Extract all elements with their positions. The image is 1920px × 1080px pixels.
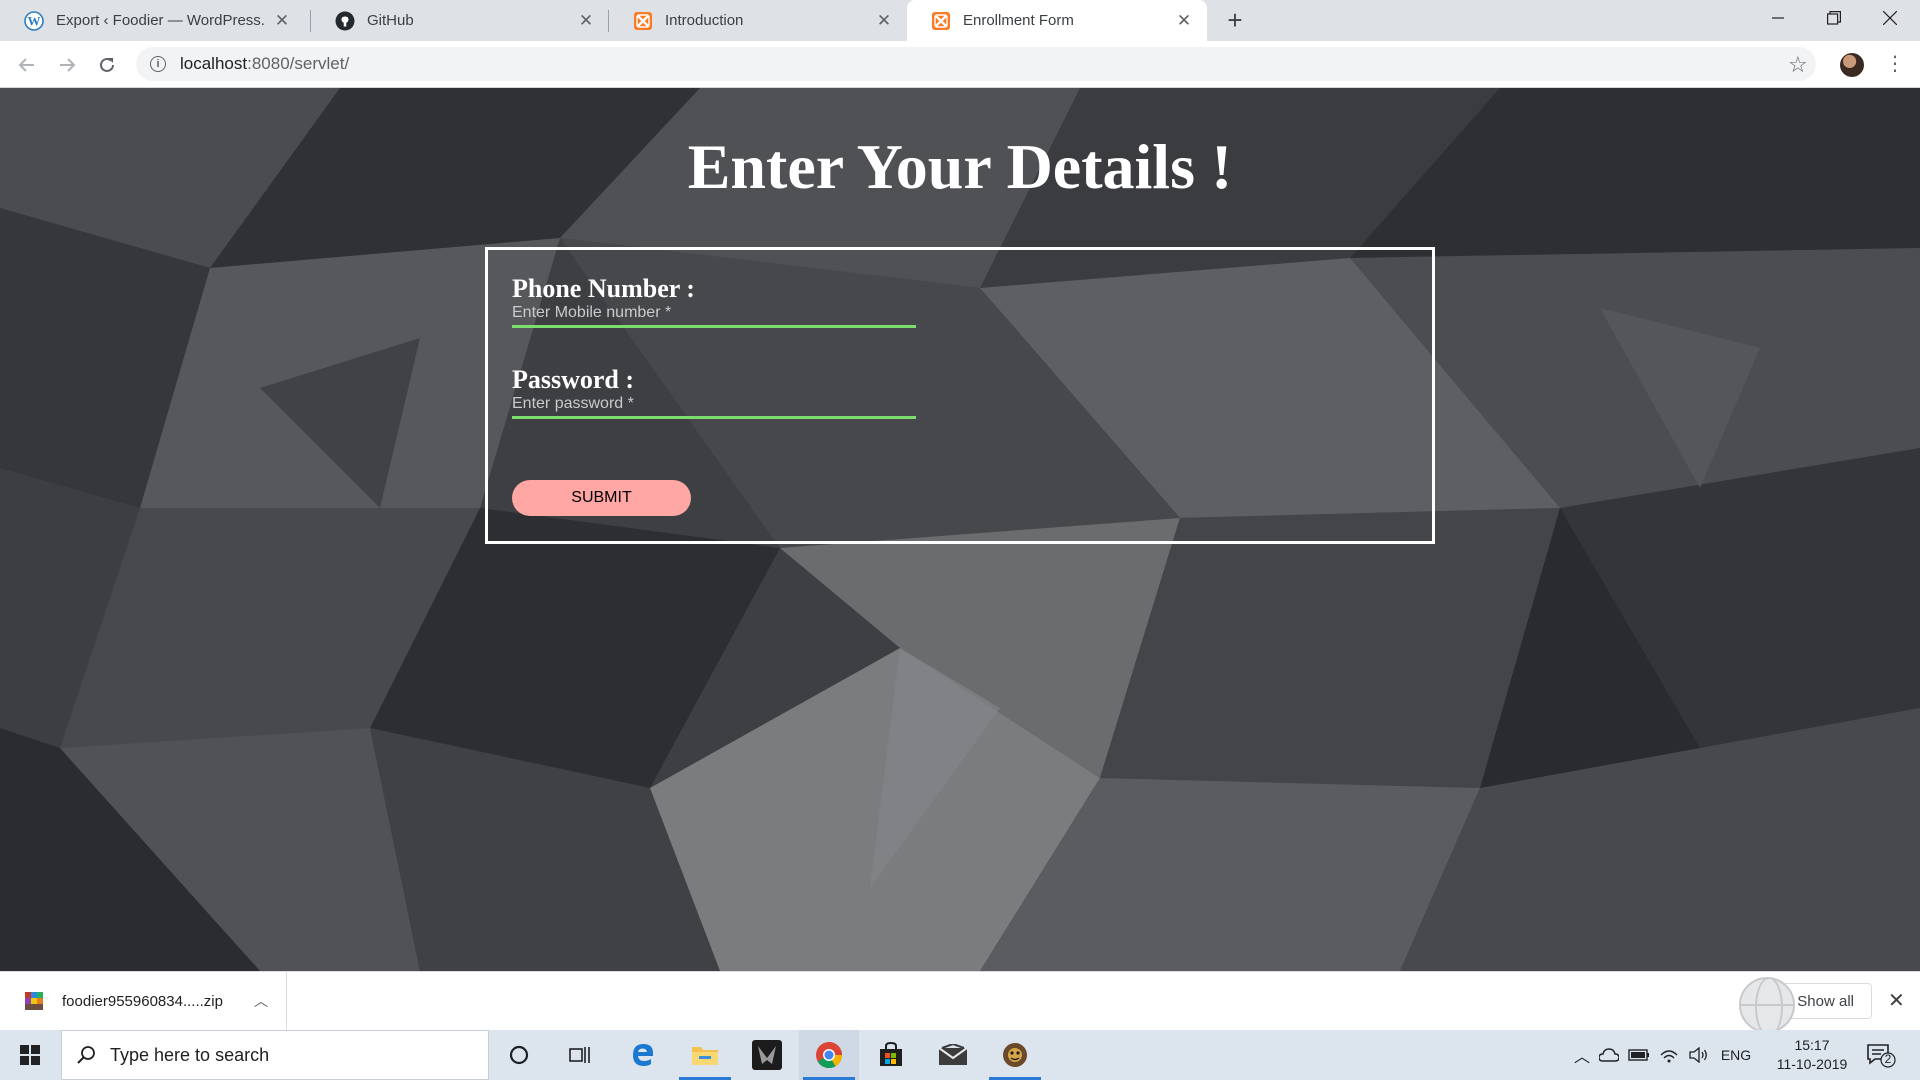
reload-button[interactable] bbox=[93, 51, 121, 79]
site-info-icon[interactable]: i bbox=[150, 56, 166, 72]
back-button[interactable] bbox=[13, 51, 41, 79]
cortana-icon bbox=[509, 1045, 529, 1065]
clock-time: 15:17 bbox=[1794, 1037, 1830, 1053]
show-hidden-icons-chevron-icon[interactable]: ︿ bbox=[1570, 1043, 1594, 1067]
address-bar[interactable]: i localhost:8080/servlet/ bbox=[136, 47, 1816, 81]
file-explorer-taskbar-item[interactable] bbox=[675, 1030, 735, 1080]
new-tab-button[interactable]: + bbox=[1221, 7, 1249, 35]
reload-icon bbox=[100, 57, 114, 72]
close-icon[interactable]: ✕ bbox=[273, 11, 291, 31]
mail-icon bbox=[938, 1044, 968, 1065]
close-icon[interactable]: ✕ bbox=[1175, 11, 1193, 31]
microsoft-store-icon bbox=[880, 1042, 902, 1066]
edge-taskbar-item[interactable] bbox=[613, 1030, 673, 1080]
volume-icon[interactable] bbox=[1684, 1047, 1714, 1063]
restore-button[interactable] bbox=[1806, 0, 1862, 36]
predator-app-taskbar-item[interactable] bbox=[737, 1030, 797, 1080]
tab-enrollment-form[interactable]: Enrollment Form ✕ bbox=[907, 0, 1207, 41]
taskbar-clock[interactable]: 15:17 11-10-2019 bbox=[1768, 1036, 1856, 1074]
password-input[interactable] bbox=[512, 391, 916, 419]
bookmark-star-icon[interactable]: ☆ bbox=[1788, 52, 1808, 78]
close-icon[interactable]: ✕ bbox=[1888, 988, 1905, 1013]
url-text: localhost:8080/servlet/ bbox=[180, 54, 349, 74]
search-icon bbox=[77, 1046, 95, 1064]
task-view-button[interactable] bbox=[550, 1030, 610, 1080]
edge-icon bbox=[633, 1044, 653, 1066]
url-path: :8080/servlet/ bbox=[247, 54, 350, 73]
game-taskbar-item[interactable] bbox=[985, 1030, 1045, 1080]
wifi-icon[interactable] bbox=[1654, 1047, 1684, 1063]
game-app-icon bbox=[1003, 1043, 1027, 1067]
minimize-icon bbox=[1772, 17, 1784, 19]
enrollment-form: Phone Number : Password : SUBMIT bbox=[485, 247, 1435, 544]
svg-text:W: W bbox=[28, 13, 41, 28]
restore-icon bbox=[1827, 11, 1841, 25]
tab-strip: W Export ‹ Foodier — WordPress.com ✕ Git… bbox=[0, 0, 1920, 41]
system-tray: ︿ ENG bbox=[1570, 1030, 1758, 1080]
cortana-button[interactable] bbox=[489, 1030, 549, 1080]
tab-title: Introduction bbox=[665, 12, 744, 29]
download-bar: foodier955960834.....zip ︿ Show all ✕ bbox=[0, 971, 1920, 1033]
profile-avatar[interactable] bbox=[1840, 53, 1864, 77]
globe-icon bbox=[1739, 977, 1795, 1033]
store-taskbar-item[interactable] bbox=[861, 1030, 921, 1080]
xampp-icon bbox=[633, 11, 653, 31]
close-icon bbox=[1883, 11, 1897, 25]
windows-taskbar: Type here to search ︿ ENG 15:17 11-10-20… bbox=[0, 1030, 1920, 1080]
mail-taskbar-item[interactable] bbox=[923, 1030, 983, 1080]
tab-wordpress[interactable]: W Export ‹ Foodier — WordPress.com ✕ bbox=[0, 0, 305, 41]
window-close-button[interactable] bbox=[1862, 0, 1918, 36]
page-viewport: Enter Your Details ! Phone Number : Pass… bbox=[0, 88, 1920, 971]
close-icon[interactable]: ✕ bbox=[875, 11, 893, 31]
input-language[interactable]: ENG bbox=[1714, 1047, 1758, 1063]
onedrive-icon[interactable] bbox=[1594, 1048, 1624, 1062]
tab-title: GitHub bbox=[367, 12, 414, 29]
wordpress-icon: W bbox=[24, 10, 44, 31]
battery-icon[interactable] bbox=[1624, 1049, 1654, 1061]
task-view-icon bbox=[569, 1047, 590, 1063]
xampp-icon bbox=[931, 11, 951, 31]
search-placeholder: Type here to search bbox=[110, 1044, 270, 1065]
url-host: localhost bbox=[180, 54, 248, 73]
tab-github[interactable]: GitHub ✕ bbox=[311, 0, 609, 41]
download-item[interactable]: foodier955960834.....zip ︿ bbox=[0, 972, 287, 1030]
minimize-button[interactable] bbox=[1750, 0, 1806, 36]
browser-toolbar: i localhost:8080/servlet/ ☆ ⋮ bbox=[0, 41, 1920, 88]
submit-button[interactable]: SUBMIT bbox=[512, 480, 691, 516]
chevron-up-icon[interactable]: ︿ bbox=[254, 991, 268, 1011]
phone-number-input[interactable] bbox=[512, 300, 916, 328]
clock-date: 11-10-2019 bbox=[1776, 1056, 1848, 1072]
forward-button[interactable] bbox=[53, 51, 81, 79]
tab-title: Enrollment Form bbox=[963, 12, 1074, 29]
action-center-button[interactable]: 2 bbox=[1866, 1042, 1896, 1068]
chrome-icon bbox=[816, 1042, 843, 1069]
page-title: Enter Your Details ! bbox=[687, 131, 1233, 202]
tab-title: Export ‹ Foodier — WordPress.com bbox=[56, 12, 265, 29]
download-file-name: foodier955960834.....zip bbox=[62, 992, 223, 1010]
taskbar-search[interactable]: Type here to search bbox=[61, 1030, 489, 1080]
windows-logo-icon bbox=[20, 1045, 40, 1065]
github-icon bbox=[335, 11, 355, 31]
tab-introduction[interactable]: Introduction ✕ bbox=[609, 0, 907, 41]
folder-icon bbox=[692, 1047, 718, 1065]
forward-arrow-icon bbox=[60, 58, 76, 72]
close-icon[interactable]: ✕ bbox=[577, 11, 595, 31]
notification-count: 2 bbox=[1884, 1052, 1892, 1066]
back-arrow-icon bbox=[18, 58, 34, 72]
predator-sense-icon bbox=[752, 1040, 782, 1070]
browser-menu-icon[interactable]: ⋮ bbox=[1885, 50, 1905, 78]
start-button[interactable] bbox=[0, 1030, 60, 1080]
chrome-taskbar-item[interactable] bbox=[799, 1030, 859, 1080]
archive-file-icon bbox=[24, 991, 44, 1011]
